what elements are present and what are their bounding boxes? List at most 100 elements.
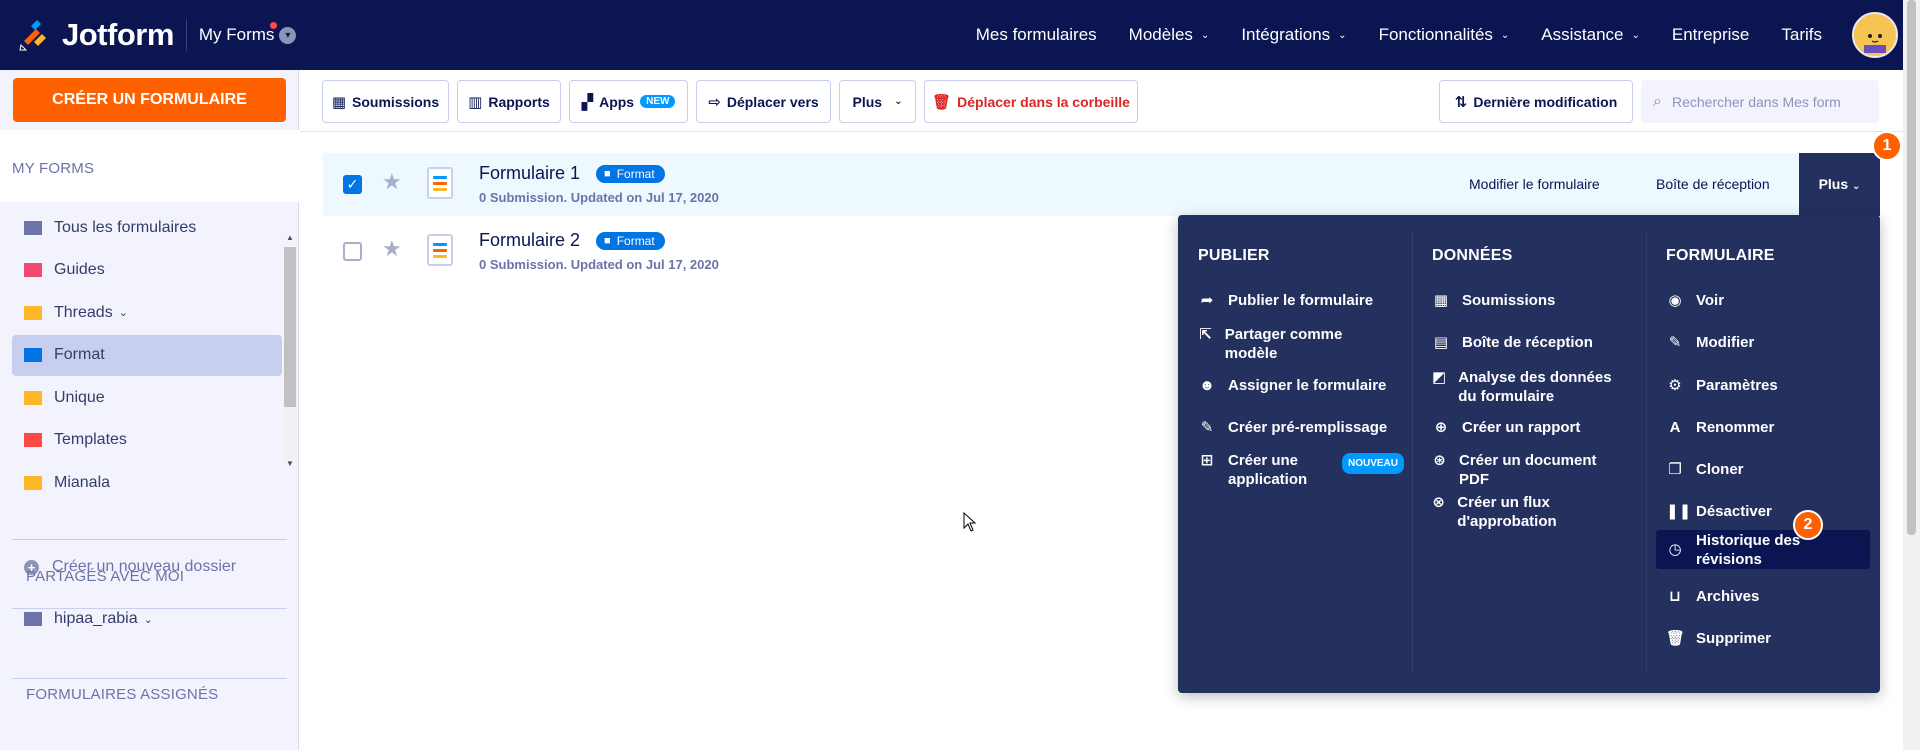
scroll-down-arrow-icon[interactable]: ▼ (284, 459, 296, 468)
users-icon: ☻ (1199, 377, 1215, 394)
form-type-icon (427, 234, 453, 266)
sort-button[interactable]: ⇅ Dernière modification (1439, 80, 1633, 123)
nav-modeles[interactable]: Modèles ⌄ (1129, 25, 1210, 45)
jotform-logo[interactable]: Jotform (18, 17, 174, 53)
menu-edit[interactable]: ✎ Modifier (1666, 333, 1755, 352)
pdf-icon: ⊛ (1433, 452, 1446, 469)
form-title[interactable]: Formulaire 2 ■ Format (479, 230, 665, 251)
nav-fonctionnalites[interactable]: Fonctionnalités ⌄ (1379, 25, 1510, 45)
menu-inbox[interactable]: ▤ Boîte de réception (1432, 333, 1593, 352)
nav-tarifs[interactable]: Tarifs (1781, 25, 1822, 45)
nav-label: Modèles (1128, 25, 1193, 44)
submissions-button[interactable]: ▦ Soumissions (322, 80, 449, 123)
form-row-formulaire-1[interactable]: ✓ ★ Formulaire 1 ■ Format 0 Submission. U… (323, 153, 1880, 216)
menu-create-app[interactable]: ⊞ Créer une application NOUVEAU (1198, 451, 1405, 489)
chevron-down-icon[interactable]: ⌄ (119, 306, 128, 319)
menu-form-analytics[interactable]: ◩ Analyse des données du formulaire (1432, 368, 1612, 406)
folder-icon (24, 220, 42, 235)
folder-icon (24, 305, 42, 320)
star-icon[interactable]: ★ (382, 169, 402, 195)
nav-integrations[interactable]: Intégrations ⌄ (1241, 25, 1346, 45)
apps-button[interactable]: ▞ Apps NEW (569, 80, 688, 123)
menu-rename[interactable]: A Renommer (1666, 418, 1775, 437)
menu-delete[interactable]: 🗑 Supprimer (1666, 629, 1771, 648)
page-scrollbar[interactable] (1903, 0, 1920, 750)
nav-entreprise[interactable]: Entreprise (1672, 25, 1749, 45)
search-input[interactable]: Rechercher dans Mes form (1672, 94, 1841, 110)
folder-all-forms[interactable]: Tous les formulaires (12, 207, 282, 248)
menu-view[interactable]: ◉ Voir (1666, 291, 1724, 310)
nav-label: Assistance (1541, 25, 1624, 44)
form-row-formulaire-2[interactable]: ★ Formulaire 2 ■ Format 0 Submission. Upd… (323, 220, 1173, 283)
menu-disable[interactable]: ❚❚ Désactiver (1666, 502, 1772, 521)
menu-archives[interactable]: ⊔ Archives (1666, 587, 1759, 606)
menu-settings[interactable]: ⚙ Paramètres (1666, 376, 1777, 395)
folder-label: Templates (54, 431, 127, 448)
folder-unique[interactable]: Unique (12, 377, 282, 418)
menu-item-label: Créer un flux d'approbation (1457, 494, 1557, 530)
menu-share-as-template[interactable]: ⇱ Partager comme modèle (1198, 325, 1368, 363)
nav-mes-formulaires[interactable]: Mes formulaires (976, 25, 1097, 45)
gear-icon: ⚙ (1668, 377, 1682, 394)
menu-create-approval-flow[interactable]: ⊗ Créer un flux d'approbation (1432, 493, 1602, 531)
menu-submissions[interactable]: ▦ Soumissions (1432, 291, 1555, 310)
shared-section-title: PARTAGÉS AVEC MOI (26, 568, 185, 585)
create-form-button[interactable]: CRÉER UN FORMULAIRE (13, 78, 286, 122)
menu-clone[interactable]: ❐ Cloner (1666, 460, 1744, 479)
menu-column-divider (1412, 233, 1413, 673)
folder-mianala[interactable]: Mianala (12, 462, 282, 503)
my-forms-switcher[interactable]: My Forms ▾ (199, 22, 297, 45)
caret-down-icon: ⌄ (1200, 29, 1210, 41)
inbox-button[interactable]: Boîte de réception (1656, 153, 1770, 216)
chevron-down-icon: ⌄ (894, 96, 903, 107)
star-icon[interactable]: ★ (382, 236, 402, 262)
edit-form-button[interactable]: Modifier le formulaire (1469, 153, 1600, 216)
trash-icon: 🗑 (932, 93, 952, 111)
menu-item-label: Cloner (1696, 461, 1744, 478)
approval-icon: ⊗ (1432, 494, 1445, 511)
scrollbar-thumb[interactable] (284, 247, 296, 407)
form-title[interactable]: Formulaire 1 ■ Format (479, 163, 665, 184)
form-checkbox[interactable]: ✓ (343, 175, 362, 194)
scroll-up-arrow-icon[interactable]: ▲ (284, 233, 296, 242)
search-box[interactable]: ⌕ Rechercher dans Mes form (1641, 80, 1879, 123)
more-actions-button[interactable]: Plus ⌄ (839, 80, 916, 123)
edit-icon: ✎ (1668, 334, 1682, 351)
folder-guides[interactable]: Guides (12, 250, 282, 291)
menu-item-label: Supprimer (1696, 630, 1772, 647)
nav-assistance[interactable]: Assistance ⌄ (1541, 25, 1640, 45)
menu-create-pdf[interactable]: ⊛ Créer un document PDF (1432, 451, 1602, 489)
main-nav: Mes formulaires Modèles ⌄ Intégrations ⌄ F… (944, 0, 1920, 70)
move-to-button[interactable]: ⇨ Déplacer vers (696, 80, 831, 123)
clone-icon: ❐ (1668, 461, 1682, 478)
folder-list: Tous les formulaires Guides Threads ⌄ Fo… (12, 207, 282, 505)
move-to-label: Déplacer vers (726, 93, 819, 110)
menu-create-prefill[interactable]: ✎ Créer pré-remplissage (1198, 418, 1388, 437)
inbox-icon: ▤ (1433, 334, 1449, 351)
row-more-button[interactable]: Plus ⌄ (1799, 153, 1880, 216)
shared-folder-hipaa-rabia[interactable]: hipaa_rabia ⌄ (24, 610, 153, 628)
menu-revision-history[interactable]: ◷ Historique des révisions (1656, 530, 1870, 569)
folder-format[interactable]: Format (12, 334, 282, 376)
folder-badge-label: Format (616, 233, 655, 248)
folder-threads[interactable]: Threads ⌄ (12, 292, 282, 333)
menu-item-label: Voir (1696, 292, 1725, 309)
form-checkbox[interactable] (343, 242, 362, 261)
move-to-trash-button[interactable]: 🗑 Déplacer dans la corbeille (924, 80, 1138, 123)
reports-button[interactable]: ▥ Rapports (457, 80, 561, 123)
folder-templates[interactable]: Templates (12, 420, 282, 461)
folder-icon (24, 263, 42, 277)
menu-item-label: Créer pré-remplissage (1228, 419, 1388, 436)
assigned-forms-title[interactable]: FORMULAIRES ASSIGNÉS (26, 686, 218, 703)
folder-icon: ■ (604, 234, 611, 247)
menu-assign-form[interactable]: ☻ Assigner le formulaire (1198, 376, 1386, 395)
jotform-logo-icon (18, 19, 50, 51)
menu-create-report[interactable]: ⊕ Créer un rapport (1432, 418, 1581, 437)
sort-icon: ⇅ (1454, 93, 1468, 111)
folder-list-scrollbar[interactable]: ▲ ▼ (282, 233, 296, 473)
menu-publish-form[interactable]: ➦ Publier le formulaire (1198, 291, 1373, 310)
folder-label: Guides (54, 261, 105, 278)
page-scrollbar-thumb[interactable] (1907, 0, 1916, 535)
chevron-down-icon[interactable]: ⌄ (144, 613, 153, 626)
user-avatar[interactable] (1852, 12, 1898, 58)
